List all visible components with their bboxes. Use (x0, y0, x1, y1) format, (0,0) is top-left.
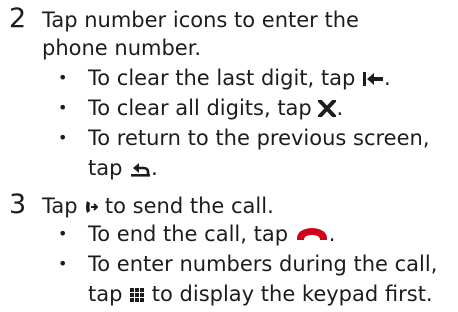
clear-x-icon (318, 94, 337, 122)
bullet: • (58, 68, 68, 87)
keypad-grid-icon (129, 280, 145, 308)
step-2-intro-line-2: phone number. (42, 36, 202, 60)
bullet-text: To end the call, tap (88, 222, 295, 246)
step-3-intro: Tap (42, 194, 85, 218)
backspace-icon (362, 64, 384, 92)
bullet: • (58, 128, 68, 147)
bullet-text: To clear the last digit, tap (88, 66, 362, 90)
bullet-text: To clear all digits, tap (88, 96, 319, 120)
bullet-text: tap (88, 156, 130, 180)
bullet-text-end: . (336, 96, 344, 120)
call-send-icon (84, 192, 99, 220)
step-2-intro-line-1: Tap number icons to enter the (42, 8, 359, 32)
bullet-text: tap (88, 282, 130, 306)
bullet-text-end: . (151, 156, 158, 180)
bullet-text-line-1: To return to the previous screen, (88, 126, 430, 150)
step-number: 2 (9, 3, 27, 34)
bullet-text-end: . (383, 66, 391, 90)
bullet-text-end: to display the keypad first. (145, 282, 433, 306)
return-arrow-icon (129, 154, 151, 182)
end-call-handset-icon (295, 220, 329, 248)
instructions-page: { "step2": { "number": "2", "intro_line1… (0, 0, 458, 312)
step-3-intro-end: to send the call. (98, 194, 274, 218)
bullet-text-line-1: To enter numbers during the call, (88, 252, 438, 276)
bullet: • (58, 224, 68, 243)
bullet-text-end: . (328, 222, 336, 246)
bullet: • (58, 98, 68, 117)
step-number: 3 (9, 189, 27, 220)
bullet: • (58, 254, 68, 273)
